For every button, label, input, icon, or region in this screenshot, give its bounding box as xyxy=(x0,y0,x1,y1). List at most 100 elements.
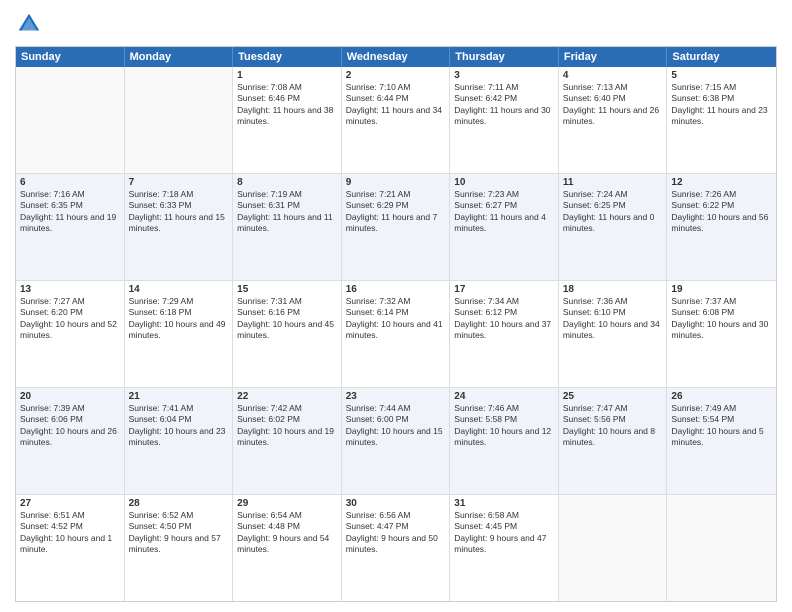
calendar-cell: 8Sunrise: 7:19 AM Sunset: 6:31 PM Daylig… xyxy=(233,174,342,280)
day-number: 27 xyxy=(20,498,120,509)
calendar-cell: 10Sunrise: 7:23 AM Sunset: 6:27 PM Dayli… xyxy=(450,174,559,280)
day-info: Sunrise: 6:58 AM Sunset: 4:45 PM Dayligh… xyxy=(454,510,554,556)
calendar-week-2: 6Sunrise: 7:16 AM Sunset: 6:35 PM Daylig… xyxy=(16,174,776,281)
calendar-cell: 13Sunrise: 7:27 AM Sunset: 6:20 PM Dayli… xyxy=(16,281,125,387)
day-number: 24 xyxy=(454,391,554,402)
calendar-cell: 23Sunrise: 7:44 AM Sunset: 6:00 PM Dayli… xyxy=(342,388,451,494)
calendar-cell: 5Sunrise: 7:15 AM Sunset: 6:38 PM Daylig… xyxy=(667,67,776,173)
day-number: 4 xyxy=(563,70,663,81)
day-info: Sunrise: 7:13 AM Sunset: 6:40 PM Dayligh… xyxy=(563,82,663,128)
calendar-cell: 2Sunrise: 7:10 AM Sunset: 6:44 PM Daylig… xyxy=(342,67,451,173)
day-number: 28 xyxy=(129,498,229,509)
logo-icon xyxy=(15,10,43,38)
day-info: Sunrise: 7:37 AM Sunset: 6:08 PM Dayligh… xyxy=(671,296,772,342)
day-info: Sunrise: 7:08 AM Sunset: 6:46 PM Dayligh… xyxy=(237,82,337,128)
day-number: 6 xyxy=(20,177,120,188)
calendar-week-5: 27Sunrise: 6:51 AM Sunset: 4:52 PM Dayli… xyxy=(16,495,776,601)
day-number: 7 xyxy=(129,177,229,188)
header-cell-wednesday: Wednesday xyxy=(342,47,451,67)
calendar-cell xyxy=(16,67,125,173)
day-number: 21 xyxy=(129,391,229,402)
day-info: Sunrise: 7:23 AM Sunset: 6:27 PM Dayligh… xyxy=(454,189,554,235)
calendar-cell: 27Sunrise: 6:51 AM Sunset: 4:52 PM Dayli… xyxy=(16,495,125,601)
calendar-cell: 26Sunrise: 7:49 AM Sunset: 5:54 PM Dayli… xyxy=(667,388,776,494)
calendar-cell: 19Sunrise: 7:37 AM Sunset: 6:08 PM Dayli… xyxy=(667,281,776,387)
day-info: Sunrise: 6:51 AM Sunset: 4:52 PM Dayligh… xyxy=(20,510,120,556)
day-number: 9 xyxy=(346,177,446,188)
logo xyxy=(15,10,47,38)
calendar-week-4: 20Sunrise: 7:39 AM Sunset: 6:06 PM Dayli… xyxy=(16,388,776,495)
day-info: Sunrise: 7:16 AM Sunset: 6:35 PM Dayligh… xyxy=(20,189,120,235)
day-number: 3 xyxy=(454,70,554,81)
day-number: 30 xyxy=(346,498,446,509)
calendar-week-1: 1Sunrise: 7:08 AM Sunset: 6:46 PM Daylig… xyxy=(16,67,776,174)
day-info: Sunrise: 7:47 AM Sunset: 5:56 PM Dayligh… xyxy=(563,403,663,449)
day-info: Sunrise: 7:32 AM Sunset: 6:14 PM Dayligh… xyxy=(346,296,446,342)
day-info: Sunrise: 7:10 AM Sunset: 6:44 PM Dayligh… xyxy=(346,82,446,128)
calendar-cell: 18Sunrise: 7:36 AM Sunset: 6:10 PM Dayli… xyxy=(559,281,668,387)
page: SundayMondayTuesdayWednesdayThursdayFrid… xyxy=(0,0,792,612)
day-number: 25 xyxy=(563,391,663,402)
header-cell-tuesday: Tuesday xyxy=(233,47,342,67)
day-number: 31 xyxy=(454,498,554,509)
header-cell-monday: Monday xyxy=(125,47,234,67)
day-info: Sunrise: 7:31 AM Sunset: 6:16 PM Dayligh… xyxy=(237,296,337,342)
header xyxy=(15,10,777,38)
day-number: 15 xyxy=(237,284,337,295)
day-number: 22 xyxy=(237,391,337,402)
day-info: Sunrise: 7:26 AM Sunset: 6:22 PM Dayligh… xyxy=(671,189,772,235)
day-number: 1 xyxy=(237,70,337,81)
day-info: Sunrise: 7:49 AM Sunset: 5:54 PM Dayligh… xyxy=(671,403,772,449)
day-number: 16 xyxy=(346,284,446,295)
calendar-cell: 28Sunrise: 6:52 AM Sunset: 4:50 PM Dayli… xyxy=(125,495,234,601)
day-info: Sunrise: 7:11 AM Sunset: 6:42 PM Dayligh… xyxy=(454,82,554,128)
calendar-cell: 15Sunrise: 7:31 AM Sunset: 6:16 PM Dayli… xyxy=(233,281,342,387)
calendar-week-3: 13Sunrise: 7:27 AM Sunset: 6:20 PM Dayli… xyxy=(16,281,776,388)
day-number: 5 xyxy=(671,70,772,81)
day-info: Sunrise: 7:41 AM Sunset: 6:04 PM Dayligh… xyxy=(129,403,229,449)
calendar-cell xyxy=(667,495,776,601)
day-number: 17 xyxy=(454,284,554,295)
day-number: 10 xyxy=(454,177,554,188)
day-info: Sunrise: 7:36 AM Sunset: 6:10 PM Dayligh… xyxy=(563,296,663,342)
calendar-cell: 6Sunrise: 7:16 AM Sunset: 6:35 PM Daylig… xyxy=(16,174,125,280)
day-number: 20 xyxy=(20,391,120,402)
day-info: Sunrise: 7:24 AM Sunset: 6:25 PM Dayligh… xyxy=(563,189,663,235)
day-number: 14 xyxy=(129,284,229,295)
day-info: Sunrise: 7:27 AM Sunset: 6:20 PM Dayligh… xyxy=(20,296,120,342)
calendar-cell: 24Sunrise: 7:46 AM Sunset: 5:58 PM Dayli… xyxy=(450,388,559,494)
calendar-cell: 21Sunrise: 7:41 AM Sunset: 6:04 PM Dayli… xyxy=(125,388,234,494)
calendar-cell: 12Sunrise: 7:26 AM Sunset: 6:22 PM Dayli… xyxy=(667,174,776,280)
calendar-cell: 30Sunrise: 6:56 AM Sunset: 4:47 PM Dayli… xyxy=(342,495,451,601)
day-info: Sunrise: 7:29 AM Sunset: 6:18 PM Dayligh… xyxy=(129,296,229,342)
day-info: Sunrise: 7:44 AM Sunset: 6:00 PM Dayligh… xyxy=(346,403,446,449)
day-info: Sunrise: 7:42 AM Sunset: 6:02 PM Dayligh… xyxy=(237,403,337,449)
day-number: 29 xyxy=(237,498,337,509)
day-info: Sunrise: 7:15 AM Sunset: 6:38 PM Dayligh… xyxy=(671,82,772,128)
day-info: Sunrise: 6:56 AM Sunset: 4:47 PM Dayligh… xyxy=(346,510,446,556)
calendar: SundayMondayTuesdayWednesdayThursdayFrid… xyxy=(15,46,777,602)
header-cell-friday: Friday xyxy=(559,47,668,67)
day-info: Sunrise: 7:39 AM Sunset: 6:06 PM Dayligh… xyxy=(20,403,120,449)
header-cell-saturday: Saturday xyxy=(667,47,776,67)
calendar-cell xyxy=(559,495,668,601)
day-number: 12 xyxy=(671,177,772,188)
day-info: Sunrise: 6:54 AM Sunset: 4:48 PM Dayligh… xyxy=(237,510,337,556)
day-number: 11 xyxy=(563,177,663,188)
calendar-cell: 7Sunrise: 7:18 AM Sunset: 6:33 PM Daylig… xyxy=(125,174,234,280)
day-info: Sunrise: 7:21 AM Sunset: 6:29 PM Dayligh… xyxy=(346,189,446,235)
day-number: 13 xyxy=(20,284,120,295)
header-cell-sunday: Sunday xyxy=(16,47,125,67)
day-number: 19 xyxy=(671,284,772,295)
day-info: Sunrise: 7:18 AM Sunset: 6:33 PM Dayligh… xyxy=(129,189,229,235)
calendar-cell xyxy=(125,67,234,173)
day-number: 26 xyxy=(671,391,772,402)
day-info: Sunrise: 7:34 AM Sunset: 6:12 PM Dayligh… xyxy=(454,296,554,342)
day-info: Sunrise: 6:52 AM Sunset: 4:50 PM Dayligh… xyxy=(129,510,229,556)
day-number: 8 xyxy=(237,177,337,188)
calendar-cell: 9Sunrise: 7:21 AM Sunset: 6:29 PM Daylig… xyxy=(342,174,451,280)
calendar-cell: 20Sunrise: 7:39 AM Sunset: 6:06 PM Dayli… xyxy=(16,388,125,494)
day-info: Sunrise: 7:19 AM Sunset: 6:31 PM Dayligh… xyxy=(237,189,337,235)
day-number: 23 xyxy=(346,391,446,402)
day-number: 2 xyxy=(346,70,446,81)
